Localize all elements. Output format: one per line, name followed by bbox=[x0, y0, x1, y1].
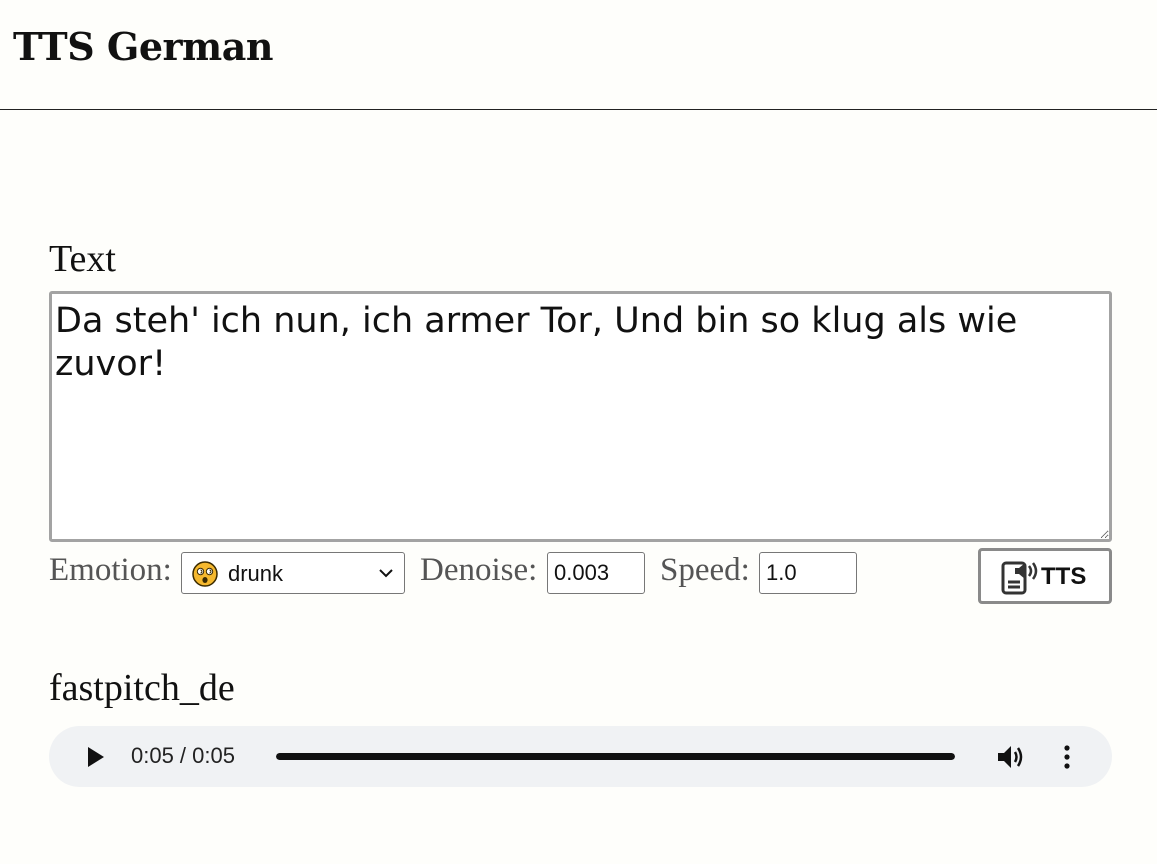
speaker-document-icon bbox=[1001, 561, 1038, 595]
audio-player: 0:05 / 0:05 bbox=[49, 726, 1112, 787]
emotion-select[interactable]: drunk bbox=[181, 552, 405, 594]
speed-input[interactable]: 1.0 bbox=[759, 552, 857, 594]
model-label: fastpitch_de bbox=[49, 667, 235, 709]
audio-time: 0:05 / 0:05 bbox=[131, 743, 235, 768]
audio-progress-fill bbox=[276, 753, 955, 760]
page-title: TTS German bbox=[13, 24, 273, 69]
dizzy-face-icon bbox=[192, 561, 218, 587]
tts-button-label: TTS bbox=[1041, 563, 1087, 590]
emotion-label: Emotion: bbox=[49, 552, 172, 588]
controls-row: Emotion: drunk Denoise: 0.003 Speed: 1.0 bbox=[49, 548, 1112, 606]
denoise-input[interactable]: 0.003 bbox=[547, 552, 645, 594]
speed-label: Speed: bbox=[660, 552, 750, 588]
page-header: TTS German bbox=[0, 0, 1157, 110]
text-label: Text bbox=[49, 238, 116, 280]
audio-progress-bar[interactable] bbox=[276, 753, 955, 760]
more-options-icon[interactable] bbox=[1058, 742, 1076, 772]
denoise-label: Denoise: bbox=[420, 552, 538, 588]
play-icon[interactable] bbox=[85, 745, 107, 769]
emotion-select-value: drunk bbox=[228, 561, 284, 586]
tts-button[interactable]: TTS bbox=[978, 548, 1112, 604]
chevron-down-icon bbox=[379, 569, 393, 578]
text-input[interactable]: Da steh' ich nun, ich armer Tor, Und bin… bbox=[49, 291, 1112, 542]
volume-icon[interactable] bbox=[995, 742, 1025, 772]
